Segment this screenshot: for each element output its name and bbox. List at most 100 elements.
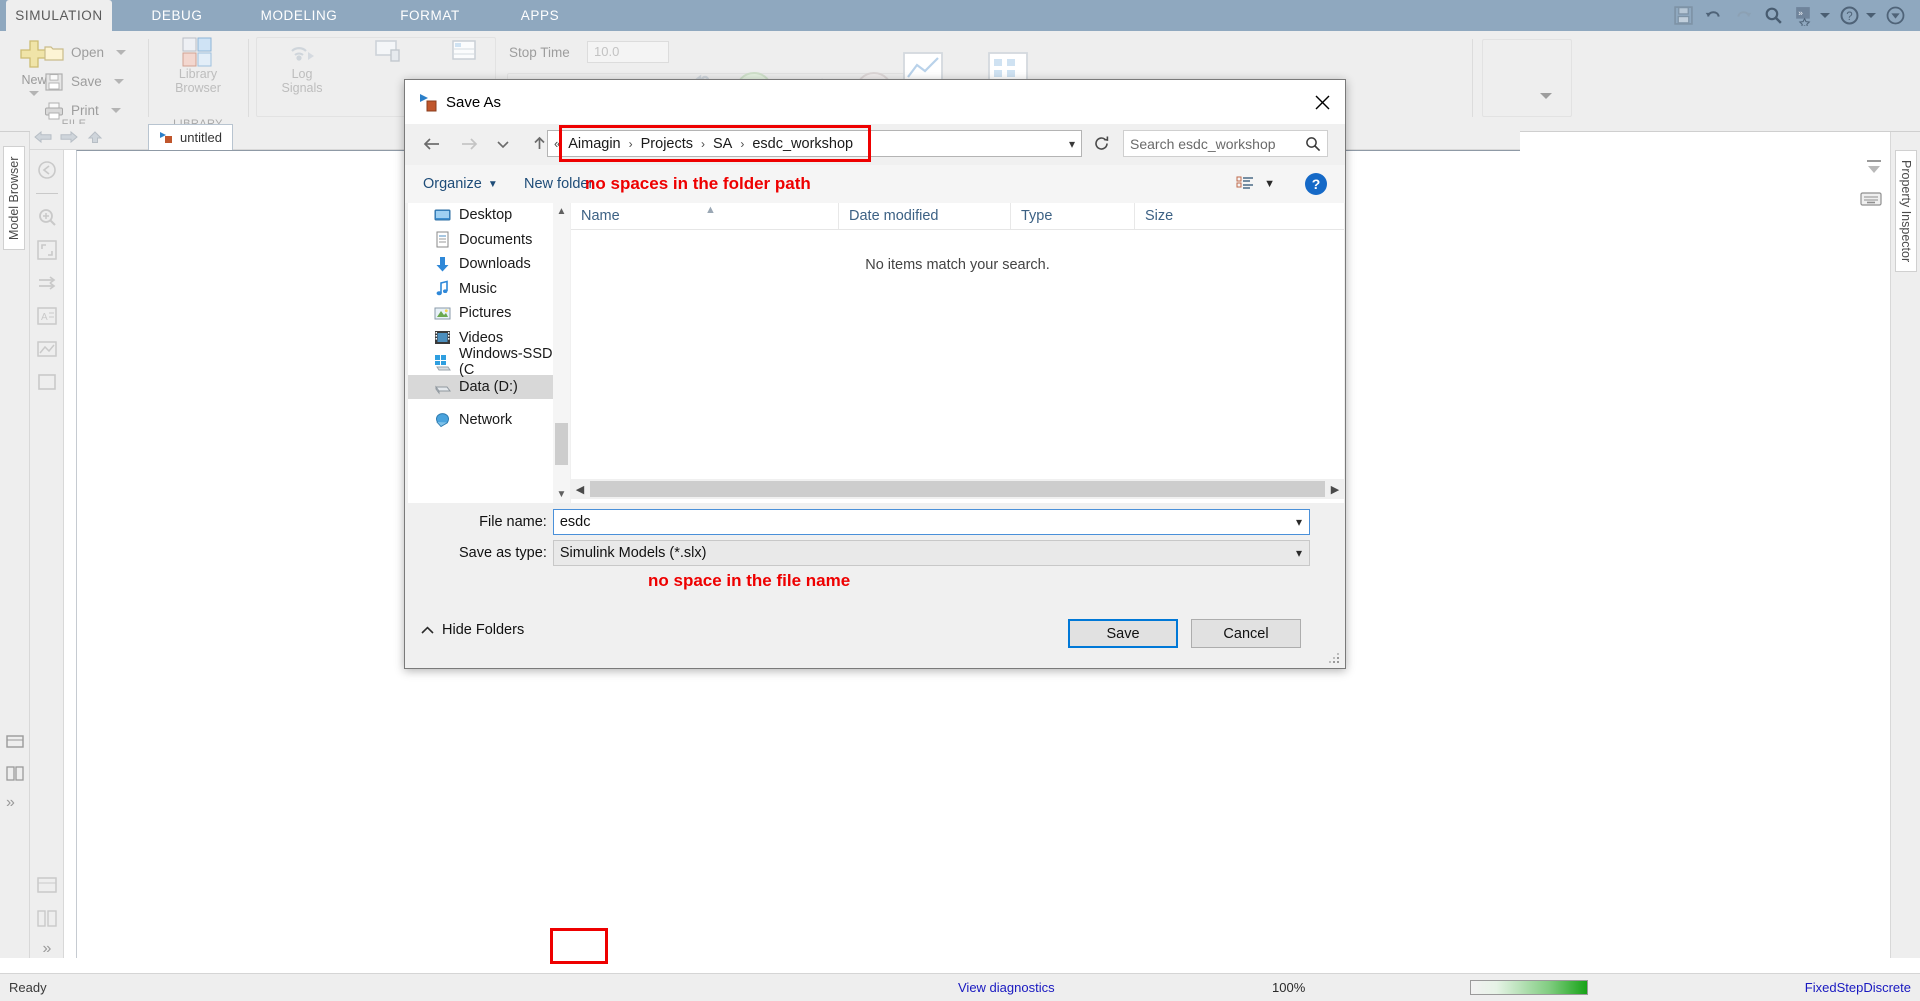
organize-button[interactable]: Organize ▼ <box>423 176 498 192</box>
undo-icon[interactable] <box>1703 5 1724 26</box>
tab-debug[interactable]: DEBUG <box>130 0 224 31</box>
help-icon[interactable]: ? <box>1305 173 1327 195</box>
redo-icon[interactable] <box>1733 5 1754 26</box>
save-button[interactable]: Save <box>44 69 124 94</box>
search-icon[interactable] <box>1763 5 1784 26</box>
dialog-title-bar[interactable]: Save As <box>405 80 1345 124</box>
rail-list-icon[interactable] <box>5 764 25 784</box>
property-inspector-tab[interactable]: Property Inspector <box>1895 150 1917 272</box>
collapse-ribbon-icon[interactable] <box>1885 5 1906 26</box>
nav-item-windows-ssd[interactable]: Windows-SSD (C <box>408 350 559 375</box>
scrollbar-thumb[interactable] <box>555 423 568 465</box>
stop-time-input[interactable]: 10.0 <box>587 41 669 63</box>
nav-item-pictures[interactable]: Pictures <box>408 301 559 326</box>
file-name-dropdown-icon[interactable]: ▾ <box>1296 515 1302 529</box>
column-date-label: Date modified <box>849 208 938 224</box>
column-size[interactable]: Size <box>1135 203 1245 229</box>
hscroll-right-icon[interactable]: ▶ <box>1326 483 1344 496</box>
prepare-monitor-button[interactable] <box>352 37 424 67</box>
toolbar-overflow-icon[interactable]: » <box>43 940 52 958</box>
save-as-type-dropdown-icon[interactable]: ▾ <box>1296 546 1302 560</box>
favorites-icon[interactable]: » <box>1793 5 1814 26</box>
annotation-icon[interactable]: A <box>35 304 59 328</box>
file-list-hscrollbar[interactable]: ◀ ▶ <box>571 479 1344 499</box>
nav-item-desktop[interactable]: Desktop <box>408 203 559 228</box>
scroll-up-icon[interactable]: ▲ <box>553 203 570 220</box>
new-folder-button[interactable]: New folder <box>524 176 593 192</box>
address-dropdown-icon[interactable]: ▾ <box>1069 137 1075 151</box>
column-type[interactable]: Type <box>1011 203 1135 229</box>
view-diagnostics-link[interactable]: View diagnostics <box>958 980 1055 995</box>
tab-modeling[interactable]: MODELING <box>240 0 358 31</box>
column-date-modified[interactable]: Date modified <box>839 203 1011 229</box>
rail-expand-icon[interactable]: » <box>6 794 15 812</box>
nav-item-network[interactable]: Network <box>408 408 559 433</box>
rail-layers-icon[interactable] <box>5 732 25 752</box>
file-list-pane[interactable]: Name Date modified Type Size No items ma… <box>571 203 1344 503</box>
scroll-down-icon[interactable]: ▼ <box>553 486 570 503</box>
hscroll-left-icon[interactable]: ◀ <box>571 483 589 496</box>
favorites-dropdown-icon[interactable] <box>1820 13 1830 18</box>
back-to-parent-icon[interactable] <box>35 158 59 182</box>
ribbon-overflow-icon[interactable] <box>1540 93 1552 99</box>
print-dropdown-icon[interactable] <box>111 108 121 113</box>
address-bar[interactable]: « Aimagin › Projects › SA › esdc_worksho… <box>547 130 1082 157</box>
new-dropdown-icon[interactable] <box>29 91 39 96</box>
breadcrumb-item-sa[interactable]: SA <box>711 136 734 152</box>
view-layout-icon[interactable] <box>1236 176 1254 192</box>
canvas-collapse-icon[interactable] <box>1864 157 1884 177</box>
nav-up-icon[interactable] <box>82 127 108 147</box>
tab-format[interactable]: FORMAT <box>380 0 480 31</box>
search-input[interactable]: Search esdc_workshop <box>1123 130 1328 157</box>
nav-item-downloads[interactable]: Downloads <box>408 252 559 277</box>
save-dropdown-icon[interactable] <box>114 79 124 84</box>
zoom-in-icon[interactable] <box>35 205 59 229</box>
refresh-icon[interactable] <box>1087 130 1115 157</box>
keyboard-icon[interactable] <box>1860 191 1882 207</box>
layout-icon[interactable] <box>35 874 59 898</box>
save-icon[interactable] <box>1673 5 1694 26</box>
recent-locations-icon[interactable] <box>488 129 518 159</box>
breadcrumb-item-aimagin[interactable]: Aimagin <box>566 136 622 152</box>
close-icon[interactable] <box>1299 80 1345 124</box>
library-browser-button[interactable]: Library Browser <box>162 37 234 95</box>
file-name-row: File name: esdc ▾ <box>405 509 1310 535</box>
image-annotation-icon[interactable] <box>35 337 59 361</box>
help-dropdown-icon[interactable] <box>1866 13 1876 18</box>
hscroll-thumb[interactable] <box>590 481 1325 497</box>
breadcrumb-item-esdc-workshop[interactable]: esdc_workshop <box>750 136 855 152</box>
file-name-input[interactable]: esdc ▾ <box>553 509 1310 535</box>
log-signals-button[interactable]: Log Signals <box>266 37 338 95</box>
cancel-button[interactable]: Cancel <box>1191 619 1301 648</box>
signal-routing-icon[interactable] <box>35 271 59 295</box>
nav-item-documents[interactable]: Documents <box>408 228 559 253</box>
model-browser-tab[interactable]: Model Browser <box>3 146 25 250</box>
hide-folders-button[interactable]: Hide Folders <box>421 622 524 638</box>
open-dropdown-icon[interactable] <box>116 50 126 55</box>
nav-back-icon[interactable] <box>30 127 56 147</box>
solver-link[interactable]: FixedStepDiscrete <box>1805 980 1911 995</box>
forward-icon[interactable] <box>454 129 484 159</box>
breadcrumb-item-projects[interactable]: Projects <box>639 136 695 152</box>
tab-simulation[interactable]: SIMULATION <box>6 0 112 31</box>
search-icon[interactable] <box>1305 136 1321 152</box>
back-icon[interactable] <box>416 129 446 159</box>
model-tab-untitled[interactable]: untitled <box>148 124 233 150</box>
help-icon[interactable]: ? <box>1839 5 1860 26</box>
area-icon[interactable] <box>35 370 59 394</box>
fit-to-view-icon[interactable] <box>35 238 59 262</box>
breadcrumb-overflow[interactable]: « <box>548 136 566 151</box>
tab-apps[interactable]: APPS <box>500 0 580 31</box>
save-button[interactable]: Save <box>1068 619 1178 648</box>
save-as-type-select[interactable]: Simulink Models (*.slx) ▾ <box>553 540 1310 566</box>
split-view-icon[interactable] <box>35 907 59 931</box>
nav-pane-scrollbar[interactable]: ▲ ▼ <box>553 203 570 503</box>
view-mode-controls[interactable]: ▼ <box>1236 176 1275 192</box>
open-button[interactable]: Open <box>44 40 126 65</box>
zoom-level-text[interactable]: 100% <box>1272 980 1305 995</box>
resize-grip-icon[interactable] <box>1329 653 1341 665</box>
prepare-table-button[interactable] <box>428 37 500 67</box>
nav-item-music[interactable]: Music <box>408 277 559 302</box>
nav-forward-icon[interactable] <box>56 127 82 147</box>
view-dropdown-icon[interactable]: ▼ <box>1264 178 1275 190</box>
